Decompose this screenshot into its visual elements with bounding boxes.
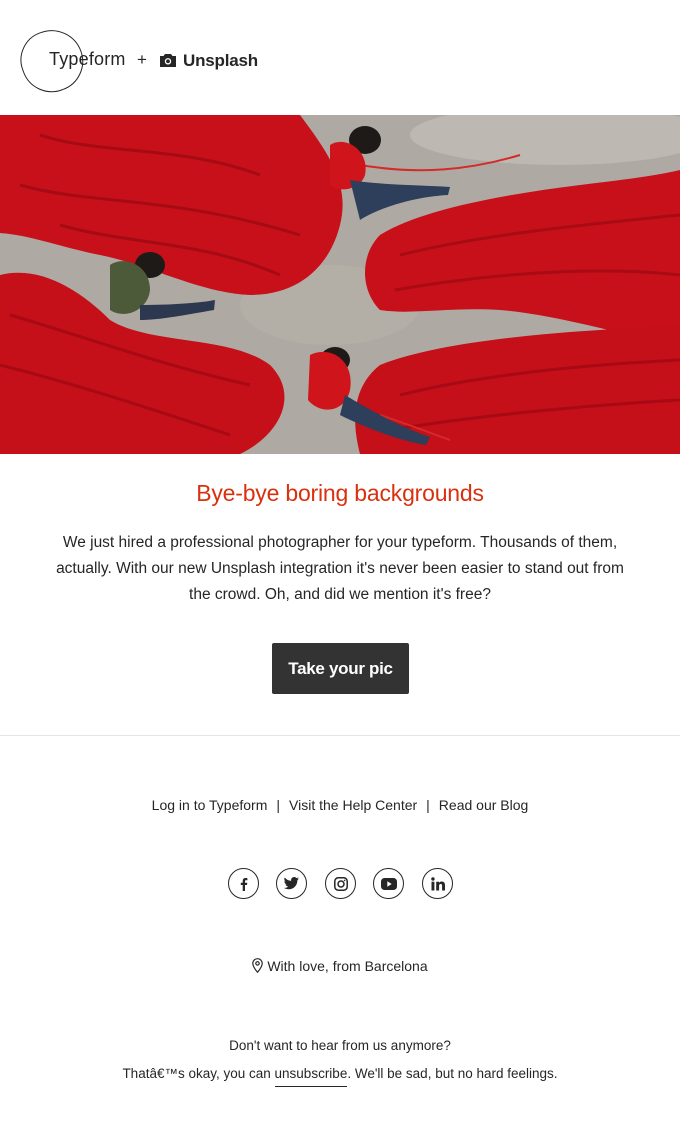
social-links bbox=[228, 868, 454, 900]
camera-icon bbox=[160, 54, 176, 67]
footer-links: Log in to Typeform | Visit the Help Center… bbox=[0, 797, 680, 813]
email-header: Typeform + Unsplash bbox=[0, 0, 680, 115]
red-nets-photo bbox=[0, 115, 680, 454]
unsubscribe-suffix: . We'll be sad, but no hard feelings. bbox=[347, 1066, 558, 1081]
body-text: We just hired a professional photographe… bbox=[56, 534, 624, 603]
instagram-icon[interactable] bbox=[325, 868, 356, 899]
hero-image bbox=[0, 115, 680, 454]
twitter-icon[interactable] bbox=[276, 868, 307, 899]
unsubscribe-question: Don't want to hear from us anymore? bbox=[229, 1038, 451, 1053]
blog-link[interactable]: Read our Blog bbox=[439, 797, 529, 813]
help-center-link[interactable]: Visit the Help Center bbox=[289, 797, 417, 813]
separator: | bbox=[426, 797, 430, 813]
unsplash-logo-text: Unsplash bbox=[183, 51, 258, 70]
facebook-icon[interactable] bbox=[228, 868, 259, 899]
youtube-icon[interactable] bbox=[373, 868, 404, 899]
unsubscribe-line: Thatâ€™s okay, you can unsubscribe. We'l… bbox=[0, 1066, 680, 1087]
linkedin-icon[interactable] bbox=[422, 868, 453, 899]
headline: Bye-bye boring backgrounds bbox=[196, 480, 484, 506]
take-your-pic-button[interactable]: Take your pic bbox=[272, 643, 409, 694]
section-divider bbox=[0, 735, 680, 736]
typeform-logo-text: Typeform bbox=[49, 49, 126, 69]
location-line: With love, from Barcelona bbox=[0, 958, 680, 974]
plus-sign: + bbox=[137, 50, 147, 69]
map-pin-icon bbox=[252, 958, 264, 973]
unsubscribe-link[interactable]: unsubscribe bbox=[274, 1066, 348, 1087]
location-text: With love, from Barcelona bbox=[267, 958, 428, 974]
login-link[interactable]: Log in to Typeform bbox=[152, 797, 268, 813]
unsubscribe-prefix: Thatâ€™s okay, you can bbox=[122, 1066, 275, 1081]
separator: | bbox=[276, 797, 281, 813]
